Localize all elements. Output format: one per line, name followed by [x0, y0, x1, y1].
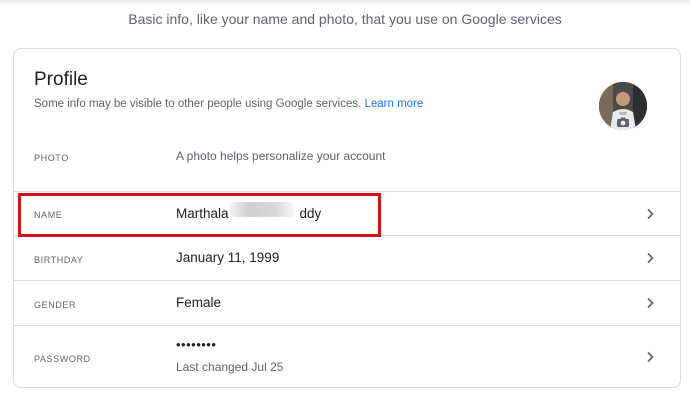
- photo-row[interactable]: PHOTO A photo helps personalize your acc…: [14, 123, 680, 191]
- chevron-right-icon: [647, 351, 654, 363]
- chevron-right-icon: [647, 297, 654, 309]
- password-label: PASSWORD: [34, 354, 91, 364]
- top-shadow: [0, 0, 690, 6]
- birthday-value: January 11, 1999: [176, 250, 280, 265]
- name-highlight-box: [18, 193, 381, 237]
- gender-value: Female: [176, 295, 222, 310]
- gender-row[interactable]: GENDER Female: [14, 280, 680, 325]
- photo-hint: A photo helps personalize your account: [176, 149, 386, 163]
- password-last-changed: Last changed Jul 25: [176, 360, 284, 374]
- password-value: ••••••••: [176, 337, 217, 352]
- chevron-right-icon: [647, 208, 654, 220]
- birthday-label: BIRTHDAY: [34, 255, 84, 265]
- profile-description-text: Some info may be visible to other people…: [34, 98, 362, 110]
- page-subtitle: Basic info, like your name and photo, th…: [128, 11, 562, 27]
- password-row[interactable]: PASSWORD •••••••• Last changed Jul 25: [14, 325, 680, 387]
- photo-label: PHOTO: [34, 153, 69, 163]
- profile-description: Some info may be visible to other people…: [34, 98, 423, 110]
- learn-more-link[interactable]: Learn more: [365, 98, 424, 110]
- profile-title: Profile: [34, 69, 88, 90]
- camera-icon: [613, 115, 633, 130]
- chevron-right-icon: [647, 252, 654, 264]
- gender-label: GENDER: [34, 300, 77, 310]
- birthday-row[interactable]: BIRTHDAY January 11, 1999: [14, 235, 680, 280]
- profile-photo-avatar[interactable]: [599, 82, 647, 130]
